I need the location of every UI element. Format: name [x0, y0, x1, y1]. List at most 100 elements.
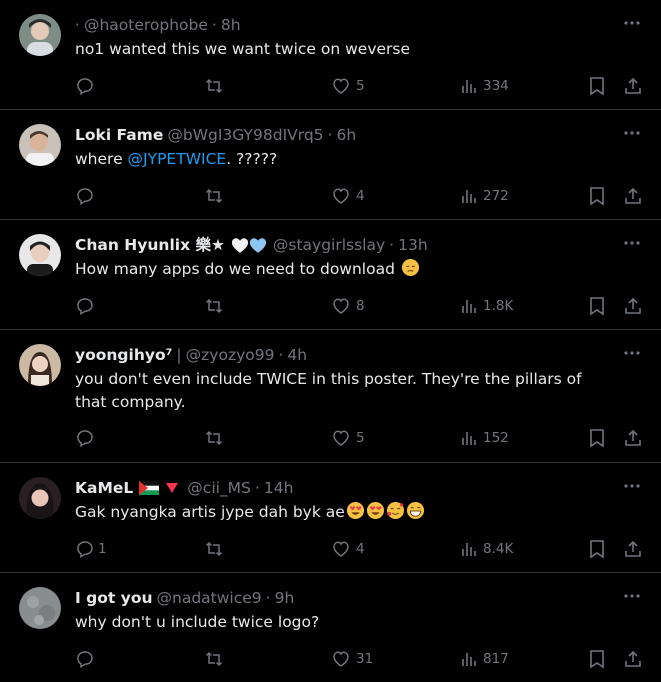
tweet-header: KaMeL @cii_MS · 14h	[75, 477, 294, 499]
pensive-face-icon	[401, 258, 419, 277]
like-icon	[333, 78, 349, 94]
share-button[interactable]	[623, 539, 643, 559]
views-button[interactable]: 8.4K	[460, 540, 513, 558]
palestine-flag-icon	[139, 481, 160, 495]
user-handle[interactable]: @bWgI3GY98dIVrq5	[167, 124, 323, 146]
avatar[interactable]	[19, 234, 61, 276]
tweet[interactable]: Chan Hyunlix 樂★ @staygirlsslay · 13h How…	[0, 220, 661, 330]
more-icon[interactable]	[623, 14, 641, 32]
retweet-button[interactable]	[204, 76, 224, 96]
reply-feed: ⋅ @haoterophobe · 8h no1 wanted this we …	[0, 0, 661, 682]
like-button[interactable]: 4	[331, 186, 365, 206]
smiling-hearts-icon	[386, 501, 404, 520]
more-icon[interactable]	[623, 124, 641, 142]
display-name[interactable]: I got you	[75, 587, 153, 609]
bookmark-button[interactable]	[588, 186, 606, 206]
reply-icon	[77, 298, 93, 316]
tweet-text: where @JYPETWICE. ?????	[75, 150, 278, 168]
more-icon[interactable]	[623, 234, 641, 252]
bookmark-button[interactable]	[588, 76, 606, 96]
more-icon[interactable]	[623, 477, 641, 495]
display-name[interactable]: KaMeL	[75, 477, 133, 499]
tweet[interactable]: ⋅ @haoterophobe · 8h no1 wanted this we …	[0, 0, 661, 110]
views-icon	[462, 653, 476, 666]
like-button[interactable]: 5	[331, 76, 365, 96]
share-button[interactable]	[623, 186, 643, 206]
timestamp[interactable]: 4h	[287, 344, 307, 366]
avatar[interactable]	[19, 477, 61, 519]
display-name[interactable]: Loki Fame	[75, 124, 163, 146]
like-button[interactable]: 31	[331, 649, 373, 669]
timestamp[interactable]: 9h	[275, 587, 295, 609]
share-icon	[625, 540, 641, 557]
like-icon	[333, 651, 349, 667]
bookmark-button[interactable]	[588, 296, 606, 316]
reply-button[interactable]	[75, 428, 100, 448]
views-button[interactable]: 1.8K	[460, 297, 513, 315]
tweet[interactable]: I got you @nadatwice9 · 9h why don't u i…	[0, 573, 661, 682]
share-icon	[625, 650, 641, 667]
retweet-button[interactable]	[204, 649, 224, 669]
reply-icon	[77, 651, 93, 669]
share-button[interactable]	[623, 428, 643, 448]
bookmark-button[interactable]	[588, 428, 606, 448]
share-button[interactable]	[623, 296, 643, 316]
tweet[interactable]: yoongihyo⁷ | @zyozyo99 · 4h you don't ev…	[0, 330, 661, 463]
avatar[interactable]	[19, 587, 61, 629]
avatar[interactable]	[19, 14, 61, 56]
views-button[interactable]: 817	[460, 650, 509, 668]
like-button[interactable]: 4	[331, 539, 365, 559]
avatar[interactable]	[19, 124, 61, 166]
retweet-button[interactable]	[204, 539, 224, 559]
more-icon[interactable]	[623, 587, 641, 605]
views-button[interactable]: 152	[460, 429, 509, 447]
tweet-text: why don't u include twice logo?	[75, 613, 320, 631]
reply-icon	[77, 430, 93, 448]
views-button[interactable]: 334	[460, 77, 509, 95]
user-handle[interactable]: @nadatwice9	[157, 587, 262, 609]
like-button[interactable]: 8	[331, 296, 365, 316]
tweet[interactable]: Loki Fame @bWgI3GY98dIVrq5 · 6h where @J…	[0, 110, 661, 220]
white-heart-icon	[231, 237, 248, 253]
share-button[interactable]	[623, 76, 643, 96]
mention-link[interactable]: @JYPETWICE	[128, 150, 227, 168]
views-icon	[462, 432, 476, 445]
display-name[interactable]: Chan Hyunlix 樂★	[75, 234, 225, 256]
reply-button[interactable]: 1	[75, 539, 107, 559]
bookmark-button[interactable]	[588, 539, 606, 559]
timestamp[interactable]: 13h	[398, 234, 428, 256]
reply-icon	[77, 78, 93, 96]
timestamp[interactable]: 6h	[336, 124, 356, 146]
bookmark-button[interactable]	[588, 649, 606, 669]
avatar[interactable]	[19, 344, 61, 386]
reply-button[interactable]	[75, 186, 100, 206]
more-icon[interactable]	[623, 344, 641, 362]
like-button[interactable]: 5	[331, 428, 365, 448]
reply-button[interactable]	[75, 296, 100, 316]
timestamp[interactable]: 14h	[264, 477, 294, 499]
reply-icon	[77, 541, 93, 559]
user-handle[interactable]: @staygirlsslay	[273, 234, 385, 256]
tweet[interactable]: KaMeL @cii_MS · 14h Gak nyangka artis jy…	[0, 463, 661, 573]
red-triangle-icon	[166, 483, 179, 493]
user-handle[interactable]: @haoterophobe	[84, 14, 208, 36]
bookmark-icon	[590, 650, 604, 669]
share-icon	[625, 429, 641, 446]
views-button[interactable]: 272	[460, 187, 509, 205]
user-handle[interactable]: @cii_MS	[187, 477, 251, 499]
bookmark-icon	[590, 77, 604, 96]
retweet-button[interactable]	[204, 296, 224, 316]
reply-button[interactable]	[75, 76, 100, 96]
share-icon	[625, 187, 641, 204]
timestamp[interactable]: 8h	[221, 14, 241, 36]
like-icon	[333, 541, 349, 557]
reply-button[interactable]	[75, 649, 100, 669]
name-separator: |	[176, 346, 182, 364]
display-name[interactable]: yoongihyo⁷	[75, 344, 172, 366]
retweet-button[interactable]	[204, 428, 224, 448]
retweet-button[interactable]	[204, 186, 224, 206]
action-bar: 1 4 8.4K	[75, 537, 641, 561]
share-button[interactable]	[623, 649, 643, 669]
tweet-text: Gak nyangka artis jype dah byk ae	[75, 501, 645, 524]
user-handle[interactable]: @zyozyo99	[186, 344, 275, 366]
